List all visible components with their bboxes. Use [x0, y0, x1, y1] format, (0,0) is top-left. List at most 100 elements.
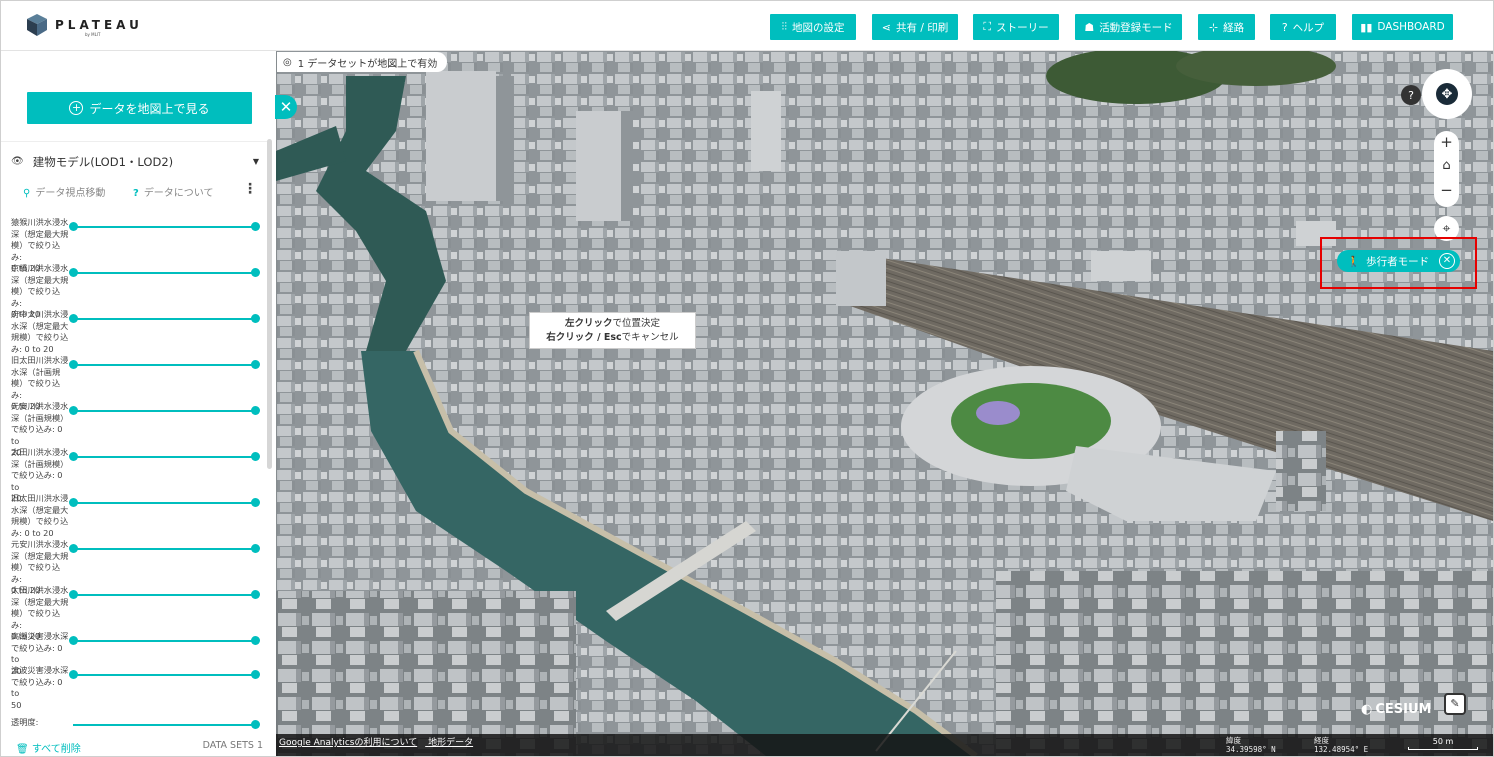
eye-icon[interactable]: 👁	[11, 156, 24, 167]
cesium-icon: ◐	[1361, 702, 1373, 717]
filter-label-line: で絞り込み: 0 to	[11, 424, 63, 446]
filter-label-line: で絞り込み: 0 to	[11, 676, 63, 699]
footer-links: Google Analyticsの利用について 地形データ	[279, 735, 481, 748]
filter-label-line: 模）で絞り込み:	[11, 240, 61, 262]
dashboard-label: DASHBOARD	[1377, 21, 1445, 33]
range-slider-min-handle[interactable]	[69, 544, 78, 553]
settings-sliders-icon: ⫶⫶	[781, 20, 788, 33]
range-slider-track[interactable]	[73, 548, 257, 550]
range-slider-track[interactable]	[73, 674, 257, 676]
range-slider-max-handle[interactable]	[251, 590, 260, 599]
range-slider-track[interactable]	[73, 272, 257, 274]
filter-label-line: 高潮災害浸水深	[11, 631, 69, 641]
share-print-label: 共有 / 印刷	[896, 21, 949, 34]
range-slider-max-handle[interactable]	[251, 360, 260, 369]
compass-control[interactable]: ✥	[1422, 69, 1472, 119]
range-slider-track[interactable]	[73, 456, 257, 458]
layer-header[interactable]: 👁 建物モデル(LOD1・LOD2) ▼	[1, 141, 267, 181]
terrain-data-link[interactable]: 地形データ	[428, 738, 473, 748]
range-slider-min-handle[interactable]	[69, 452, 78, 461]
datasets-count: DATA SETS 1	[202, 740, 263, 751]
filter-label-line: 京橋川洪水浸水	[11, 263, 69, 273]
pedestrian-mode-button[interactable]: 🚶 歩行者モード ✕	[1337, 250, 1460, 272]
sidebar-footer: 🗑 すべて削除 DATA SETS 1	[1, 737, 267, 756]
range-slider-track[interactable]	[73, 594, 257, 596]
range-slider-max-handle[interactable]	[251, 636, 260, 645]
range-slider-max-handle[interactable]	[251, 222, 260, 231]
app-window: PLATEAU by MLIT ⫶⫶ 地図の設定 ⋖ 共有 / 印刷 ⛶ ストーリー …	[0, 0, 1494, 757]
zoom-out-icon[interactable]: −	[1434, 181, 1459, 199]
activity-register-button[interactable]: ☗ 活動登録モード	[1075, 14, 1182, 40]
range-slider-max-handle[interactable]	[251, 544, 260, 553]
top-header: PLATEAU by MLIT ⫶⫶ 地図の設定 ⋖ 共有 / 印刷 ⛶ ストーリー …	[1, 1, 1493, 51]
tooltip-left-click-text: で位置決定	[612, 318, 661, 329]
layer-title: 建物モデル(LOD1・LOD2)	[32, 154, 174, 169]
range-slider-max-handle[interactable]	[251, 670, 260, 679]
map-viewport[interactable]	[276, 51, 1493, 756]
filter-label-line: 50	[11, 699, 22, 710]
sidebar-scrollbar[interactable]	[267, 139, 272, 469]
range-slider-max-handle[interactable]	[251, 498, 260, 507]
range-slider-min-handle[interactable]	[69, 360, 78, 369]
filter-label-line: 旧太田川洪水浸	[11, 493, 69, 503]
opacity-slider-handle[interactable]	[251, 720, 260, 729]
range-slider-track[interactable]	[73, 410, 257, 412]
range-slider-max-handle[interactable]	[251, 314, 260, 323]
map-settings-label: 地図の設定	[792, 21, 845, 34]
flood-filter-slider-row: 津波災害浸水深 で絞り込み: 0 to 50	[11, 665, 261, 711]
share-print-button[interactable]: ⋖ 共有 / 印刷	[872, 14, 958, 40]
range-slider-track[interactable]	[73, 318, 257, 320]
about-label: データについて	[143, 188, 214, 199]
move-to-data-view-button[interactable]: ⚲ データ視点移動	[23, 184, 105, 199]
range-slider-min-handle[interactable]	[69, 314, 78, 323]
range-slider-min-handle[interactable]	[69, 268, 78, 277]
more-vertical-icon[interactable]: ⋮	[243, 181, 257, 197]
pedestrian-mode-label: 歩行者モード	[1366, 255, 1430, 268]
pan-arrows-icon[interactable]: ✥	[1436, 83, 1458, 105]
map-settings-button[interactable]: ⫶⫶ 地図の設定	[770, 14, 856, 40]
filter-label: 府中大川洪水浸 水深（想定最大 規模）で絞り込 み: 0 to 20	[11, 309, 69, 355]
navigation-help-button[interactable]: ?	[1401, 85, 1421, 105]
cesium-logo[interactable]: ◐ CESIUM	[1361, 702, 1431, 717]
story-button[interactable]: ⛶ ストーリー	[973, 14, 1059, 40]
range-slider-min-handle[interactable]	[69, 670, 78, 679]
delete-all-label: すべて削除	[31, 744, 81, 755]
range-slider-track[interactable]	[73, 640, 257, 642]
active-datasets-chip[interactable]: ◎ 1 データセットが地図上で有効	[277, 52, 448, 72]
home-icon[interactable]: ⌂	[1434, 158, 1459, 173]
filter-label-line: 太田川洪水浸水	[11, 447, 69, 457]
analytics-link[interactable]: Google Analyticsの利用について	[279, 738, 417, 748]
range-slider-track[interactable]	[73, 226, 257, 228]
route-button[interactable]: ⊹ 経路	[1198, 14, 1255, 40]
longitude-label: 経度	[1314, 736, 1329, 745]
about-data-button[interactable]: ? データについて	[133, 184, 214, 199]
range-slider-min-handle[interactable]	[69, 222, 78, 231]
range-slider-track[interactable]	[73, 502, 257, 504]
view-data-on-map-button[interactable]: + データを地図上で見る	[27, 92, 252, 124]
range-slider-min-handle[interactable]	[69, 636, 78, 645]
filter-label-line: 模）で絞り込み:	[11, 378, 61, 400]
chevron-down-icon[interactable]: ▼	[253, 157, 259, 166]
filter-label-line: 模）で絞り込み:	[11, 608, 61, 630]
range-slider-min-handle[interactable]	[69, 590, 78, 599]
range-slider-min-handle[interactable]	[69, 406, 78, 415]
filter-label-line: 元安川洪水浸水	[11, 401, 69, 411]
longitude-value: 132.48954° E	[1314, 745, 1369, 754]
close-icon: ✕	[279, 98, 293, 116]
zoom-in-icon[interactable]: +	[1434, 133, 1459, 151]
opacity-slider[interactable]	[73, 724, 257, 726]
plus-circle-icon: +	[69, 101, 84, 115]
range-slider-max-handle[interactable]	[251, 406, 260, 415]
dashboard-button[interactable]: ▮▮ DASHBOARD	[1352, 14, 1453, 40]
range-slider-max-handle[interactable]	[251, 452, 260, 461]
range-slider-track[interactable]	[73, 364, 257, 366]
filter-label-line: 模）で絞り込み:	[11, 562, 61, 584]
range-slider-max-handle[interactable]	[251, 268, 260, 277]
latitude-value: 34.39598° N	[1226, 745, 1276, 754]
story-label: ストーリー	[996, 21, 1049, 34]
help-button[interactable]: ? ヘルプ	[1270, 14, 1336, 40]
close-circle-icon[interactable]: ✕	[1439, 253, 1455, 269]
delete-all-button[interactable]: 🗑 すべて削除	[16, 740, 81, 755]
feedback-chat-button[interactable]: ✎	[1444, 693, 1466, 715]
range-slider-min-handle[interactable]	[69, 498, 78, 507]
